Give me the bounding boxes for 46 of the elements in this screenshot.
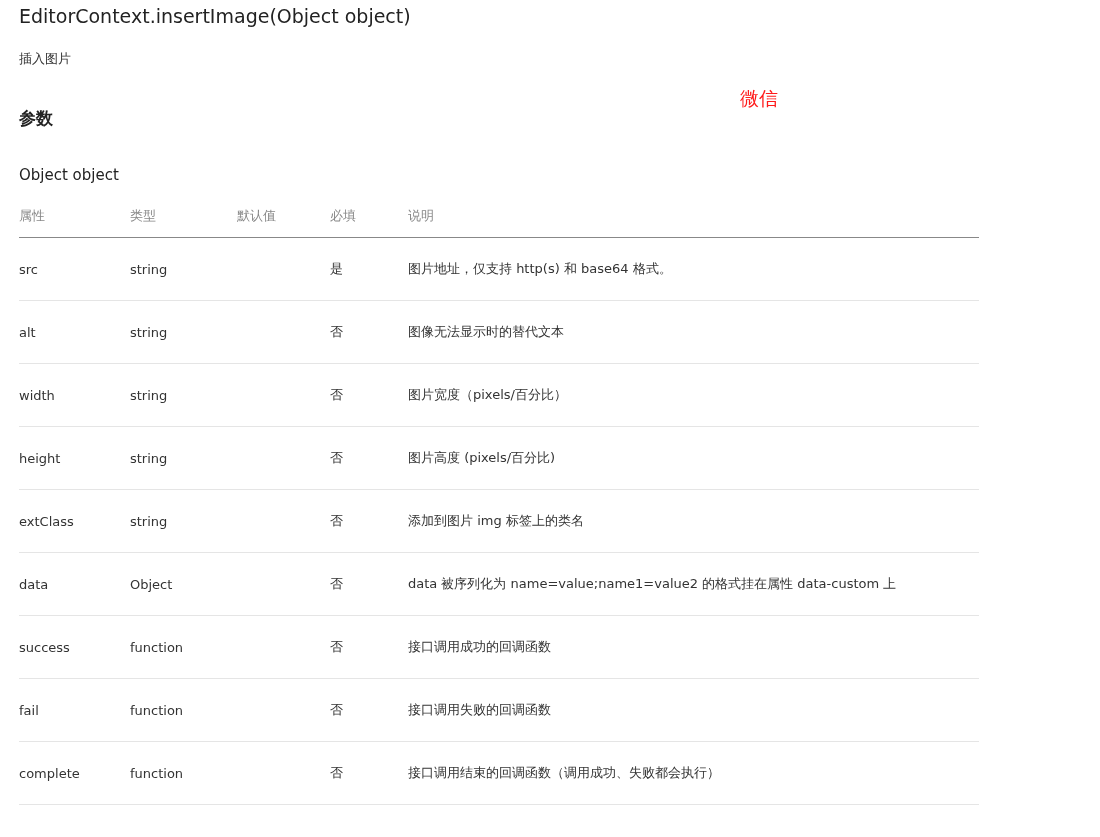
table-cell-text: function bbox=[130, 702, 185, 718]
table-cell-text: 接口调用结束的回调函数（调用成功、失败都会执行） bbox=[408, 764, 721, 782]
table-cell-text: function bbox=[130, 639, 185, 655]
table-cell-text: 否 bbox=[330, 386, 344, 404]
table-cell-text: 否 bbox=[330, 638, 344, 656]
table-cell-text: 添加到图片 img 标签上的类名 bbox=[408, 512, 585, 530]
section-heading: 参数 bbox=[19, 107, 54, 130]
column-header: 说明 bbox=[408, 207, 435, 225]
column-header: 属性 bbox=[19, 207, 46, 225]
table-cell-text: 图像无法显示时的替代文本 bbox=[408, 323, 565, 341]
table-cell-text: src bbox=[19, 261, 39, 277]
table-cell-text: 图片地址，仅支持 http(s) 和 base64 格式。 bbox=[408, 260, 673, 278]
column-header: 必填 bbox=[330, 207, 357, 225]
table-cell-text: 否 bbox=[330, 575, 344, 593]
table-cell-text: 否 bbox=[330, 764, 344, 782]
table-cell-text: alt bbox=[19, 324, 37, 340]
table-cell-text: 否 bbox=[330, 512, 344, 530]
table-cell-text: 否 bbox=[330, 449, 344, 467]
column-header: 默认值 bbox=[237, 207, 277, 225]
table-cell-text: 否 bbox=[330, 323, 344, 341]
table-cell-text: 接口调用成功的回调函数 bbox=[408, 638, 552, 656]
table-cell-text: success bbox=[19, 639, 71, 655]
table-cell-text: string bbox=[130, 513, 169, 529]
table-cell-text: extClass bbox=[19, 513, 75, 529]
table-cell-text: height bbox=[19, 450, 62, 466]
table-cell-text: 是 bbox=[330, 260, 344, 278]
table-cell-text: 接口调用失败的回调函数 bbox=[408, 701, 552, 719]
subheading: Object object bbox=[19, 165, 120, 185]
table-cell-text: string bbox=[130, 387, 169, 403]
table-cell-text: data 被序列化为 name=value;name1=value2 的格式挂在属性 data-custom 上 bbox=[408, 575, 898, 593]
table-cell-text: string bbox=[130, 261, 169, 277]
table-cell-text: string bbox=[130, 324, 169, 340]
table-cell-text: function bbox=[130, 765, 185, 781]
annotation-text: 微信 bbox=[740, 86, 778, 110]
column-header: 类型 bbox=[130, 207, 157, 225]
table-cell-text: width bbox=[19, 387, 56, 403]
table-cell-text: fail bbox=[19, 702, 40, 718]
table-cell-text: data bbox=[19, 576, 50, 592]
table-cell-text: string bbox=[130, 450, 169, 466]
table-cell-text: 图片高度 (pixels/百分比) bbox=[408, 449, 557, 467]
table-cell-text: 图片宽度（pixels/百分比） bbox=[408, 386, 568, 404]
description-text: 插入图片 bbox=[19, 50, 72, 68]
table-cell-text: complete bbox=[19, 765, 81, 781]
page-title: EditorContext.insertImage(Object object) bbox=[19, 4, 412, 28]
table-cell-text: Object bbox=[130, 576, 174, 592]
table-cell-text: 否 bbox=[330, 701, 344, 719]
